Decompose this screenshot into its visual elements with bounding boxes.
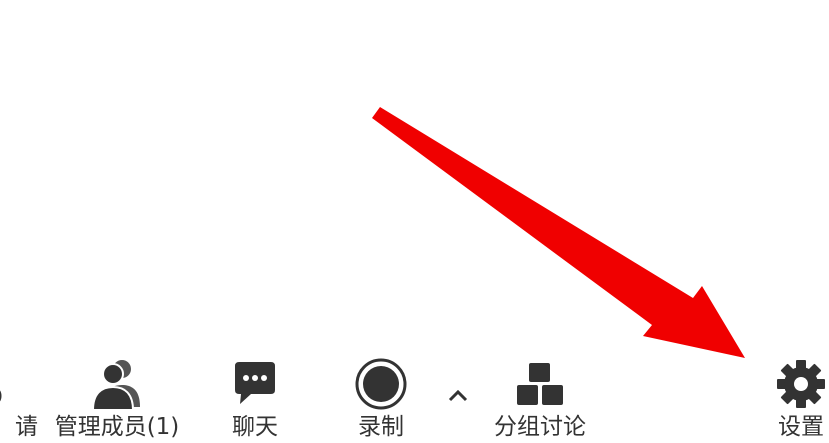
partial-icon xyxy=(0,354,17,410)
toolbar-item-label: 聊天 xyxy=(232,414,278,440)
toolbar-item-label: 管理成员(1) xyxy=(54,414,180,440)
toolbar-item-partial[interactable]: 请 xyxy=(0,340,38,443)
breakout-rooms-icon xyxy=(512,354,568,410)
screenshot-stage: 请 管理成员(1) 聊天 录制 分组讨论 设置 xyxy=(0,0,829,443)
record-icon xyxy=(353,354,409,410)
toolbar-item-label: 请 xyxy=(15,414,38,440)
chevron-up-icon[interactable] xyxy=(446,384,470,408)
chat-icon xyxy=(227,354,283,410)
gear-icon xyxy=(773,354,829,410)
settings-button[interactable]: 设置 xyxy=(768,340,829,443)
meeting-toolbar: 请 管理成员(1) 聊天 录制 分组讨论 设置 xyxy=(0,340,829,443)
manage-participants-button[interactable]: 管理成员(1) xyxy=(52,340,182,443)
toolbar-item-label: 设置 xyxy=(778,414,824,440)
chat-button[interactable]: 聊天 xyxy=(222,340,288,443)
toolbar-item-label: 录制 xyxy=(358,414,404,440)
toolbar-item-label: 分组讨论 xyxy=(494,414,586,440)
participants-icon xyxy=(89,354,145,410)
breakout-rooms-button[interactable]: 分组讨论 xyxy=(488,340,592,443)
record-button[interactable]: 录制 xyxy=(348,340,414,443)
